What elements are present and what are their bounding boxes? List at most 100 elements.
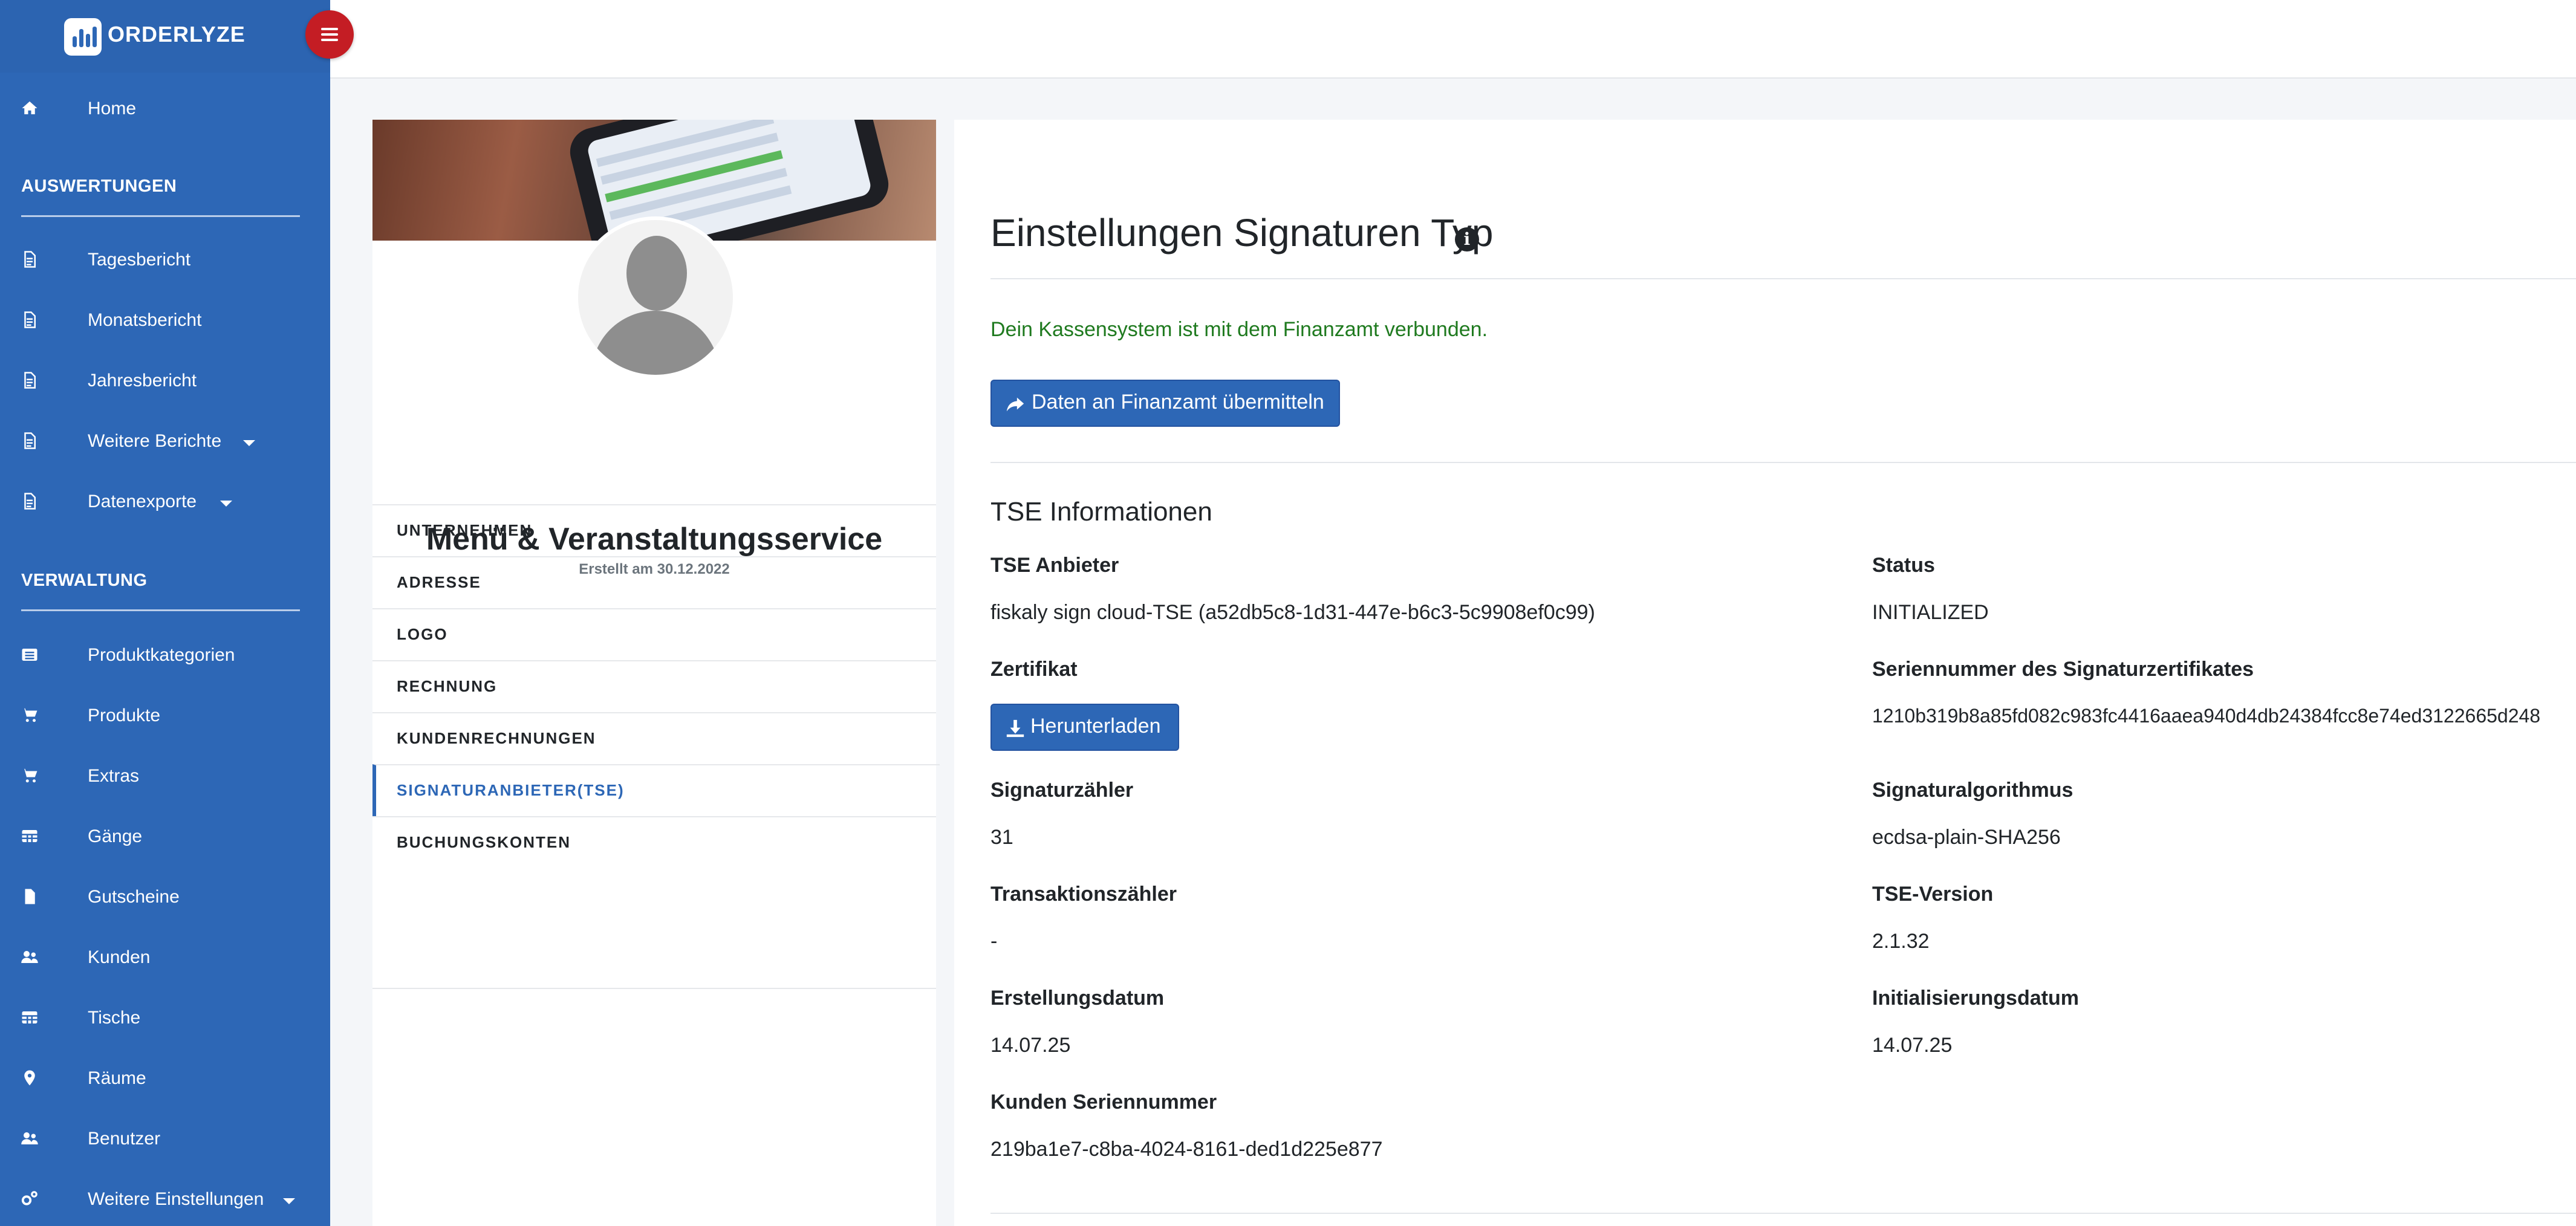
sidebar-item-label: Weitere Berichte bbox=[88, 431, 222, 451]
sidebar-item-label: Gutscheine bbox=[88, 887, 180, 907]
sidebar-item-extras[interactable]: Extras bbox=[0, 758, 330, 794]
tab-signaturanbieter[interactable]: SIGNATURANBIETER(TSE) bbox=[372, 764, 940, 816]
divider bbox=[990, 462, 2576, 463]
file-icon bbox=[24, 372, 36, 389]
tab-kundenrechnungen[interactable]: KUNDENRECHNUNGEN bbox=[372, 712, 936, 764]
tab-label: KUNDENRECHNUNGEN bbox=[397, 729, 596, 747]
sidebar-item-raeume[interactable]: Räume bbox=[0, 1060, 330, 1097]
zertifikat-label: Zertifikat bbox=[990, 658, 1078, 681]
sidebar-item-benutzer[interactable]: Benutzer bbox=[0, 1121, 330, 1157]
cart-icon bbox=[22, 708, 37, 722]
sidebar-item-label: Gänge bbox=[88, 826, 143, 846]
tab-label: BUCHUNGSKONTEN bbox=[397, 833, 571, 851]
sidebar-item-label: Weitere Einstellungen bbox=[88, 1189, 264, 1209]
sidebar-item-datenexporte[interactable]: Datenexporte bbox=[0, 484, 330, 520]
tse-version-value: 2.1.32 bbox=[1872, 930, 1930, 953]
signaturzaehler-value: 31 bbox=[990, 826, 1013, 849]
tse-anbieter-label: TSE Anbieter bbox=[990, 554, 1119, 577]
gears-icon bbox=[21, 1191, 37, 1205]
kunden-seriennummer-label: Kunden Seriennummer bbox=[990, 1091, 1217, 1114]
table-icon bbox=[22, 1011, 37, 1023]
tab-buchungskonten[interactable]: BUCHUNGSKONTEN bbox=[372, 816, 936, 868]
status-value: INITIALIZED bbox=[1872, 601, 1989, 624]
divider bbox=[990, 1213, 2576, 1214]
sidebar-item-label: Datenexporte bbox=[88, 491, 197, 511]
sidebar-item-weitere-berichte[interactable]: Weitere Berichte bbox=[0, 423, 330, 459]
sidebar-item-gutscheine[interactable]: Gutscheine bbox=[0, 879, 330, 915]
file-icon bbox=[24, 432, 36, 449]
file-icon bbox=[24, 493, 36, 510]
brand[interactable]: ORDERLYZE bbox=[0, 0, 330, 73]
tab-label: SIGNATURANBIETER(TSE) bbox=[397, 781, 625, 799]
tse-anbieter-value: fiskaly sign cloud-TSE (a52db5c8-1d31-44… bbox=[990, 601, 1595, 624]
topbar bbox=[330, 0, 2576, 79]
tab-logo[interactable]: LOGO bbox=[372, 608, 936, 660]
tse-version-label: TSE-Version bbox=[1872, 883, 1994, 906]
sidebar-item-label: Benutzer bbox=[88, 1129, 161, 1149]
erstellungsdatum-value: 14.07.25 bbox=[990, 1034, 1071, 1057]
initialisierungsdatum-label: Initialisierungsdatum bbox=[1872, 987, 2079, 1010]
sidebar: ORDERLYZE Home AUSWERTUNGEN Tagesbericht… bbox=[0, 0, 330, 1226]
profile-card: Menü & Veranstaltungsservice Erstellt am… bbox=[372, 120, 940, 1226]
list-icon bbox=[22, 649, 37, 661]
sidebar-item-kunden[interactable]: Kunden bbox=[0, 939, 330, 976]
map-marker-icon bbox=[24, 1070, 35, 1086]
bar-chart-logo-icon bbox=[64, 18, 102, 56]
phone-image bbox=[565, 120, 894, 241]
signaturalgorithmus-value: ecdsa-plain-SHA256 bbox=[1872, 826, 2061, 849]
chevron-down-icon bbox=[283, 1198, 295, 1204]
submit-data-button[interactable]: Daten an Finanzamt übermitteln bbox=[990, 380, 1340, 427]
divider bbox=[372, 988, 936, 989]
sidebar-item-label: Monatsbericht bbox=[88, 310, 202, 330]
seriennummer-zertifikat-value: 1210b319b8a85fd082c983fc4416aaea940d4db2… bbox=[1872, 705, 2541, 727]
file-icon bbox=[25, 889, 35, 904]
tab-label: LOGO bbox=[397, 625, 448, 643]
tab-unternehmen[interactable]: UNTERNEHMEN bbox=[372, 504, 936, 556]
download-button[interactable]: Herunterladen bbox=[990, 704, 1179, 751]
sidebar-item-label: Jahresbericht bbox=[88, 371, 197, 391]
kunden-seriennummer-value: 219ba1e7-c8ba-4024-8161-ded1d225e877 bbox=[990, 1138, 1383, 1161]
page-title: Einstellungen Signaturen Typ bbox=[990, 211, 1494, 255]
sidebar-item-monatsbericht[interactable]: Monatsbericht bbox=[0, 302, 330, 339]
tab-label: ADRESSE bbox=[397, 573, 481, 591]
transaktionszaehler-label: Transaktionszähler bbox=[990, 883, 1177, 906]
sidebar-item-weitere-einstellungen[interactable]: Weitere Einstellungen bbox=[0, 1181, 330, 1218]
sidebar-item-home[interactable]: Home bbox=[0, 91, 330, 127]
sidebar-divider bbox=[21, 215, 300, 217]
sidebar-item-gaenge[interactable]: Gänge bbox=[0, 819, 330, 855]
erstellungsdatum-label: Erstellungsdatum bbox=[990, 987, 1165, 1010]
tab-rechnung[interactable]: RECHNUNG bbox=[372, 660, 936, 712]
home-icon bbox=[22, 101, 37, 114]
sidebar-item-produktkategorien[interactable]: Produktkategorien bbox=[0, 637, 330, 673]
tse-section-title: TSE Informationen bbox=[990, 497, 1212, 527]
tab-label: UNTERNEHMEN bbox=[397, 521, 533, 539]
chevron-down-icon bbox=[243, 440, 255, 446]
initialisierungsdatum-value: 14.07.25 bbox=[1872, 1034, 1953, 1057]
download-icon bbox=[1006, 719, 1024, 738]
signaturzaehler-label: Signaturzähler bbox=[990, 779, 1134, 802]
info-icon[interactable]: i bbox=[1455, 227, 1479, 251]
sidebar-item-tische[interactable]: Tische bbox=[0, 1000, 330, 1036]
avatar bbox=[574, 216, 737, 378]
table-icon bbox=[22, 830, 37, 842]
content-card: Einstellungen Signaturen Typ i Dein Kass… bbox=[954, 120, 2576, 1226]
divider bbox=[990, 278, 2576, 279]
seriennummer-zertifikat-label: Seriennummer des Signaturzertifikates bbox=[1872, 658, 2254, 681]
menu-toggle-button[interactable] bbox=[305, 10, 354, 59]
sidebar-item-label: Home bbox=[88, 99, 137, 118]
sidebar-item-tagesbericht[interactable]: Tagesbericht bbox=[0, 242, 330, 278]
file-icon bbox=[24, 251, 36, 268]
sidebar-item-label: Tagesbericht bbox=[88, 250, 191, 270]
sidebar-item-jahresbericht[interactable]: Jahresbericht bbox=[0, 363, 330, 399]
sidebar-item-label: Kunden bbox=[88, 947, 151, 967]
tab-adresse[interactable]: ADRESSE bbox=[372, 556, 936, 608]
status-label: Status bbox=[1872, 554, 1935, 577]
sidebar-item-label: Produkte bbox=[88, 705, 161, 725]
sidebar-section-admin: VERWALTUNG bbox=[21, 571, 148, 590]
sidebar-item-label: Produktkategorien bbox=[88, 645, 235, 665]
signaturalgorithmus-label: Signaturalgorithmus bbox=[1872, 779, 2073, 802]
sidebar-item-produkte[interactable]: Produkte bbox=[0, 698, 330, 734]
sidebar-item-label: Räume bbox=[88, 1068, 146, 1088]
share-icon bbox=[1006, 397, 1024, 412]
users-icon bbox=[21, 951, 38, 963]
